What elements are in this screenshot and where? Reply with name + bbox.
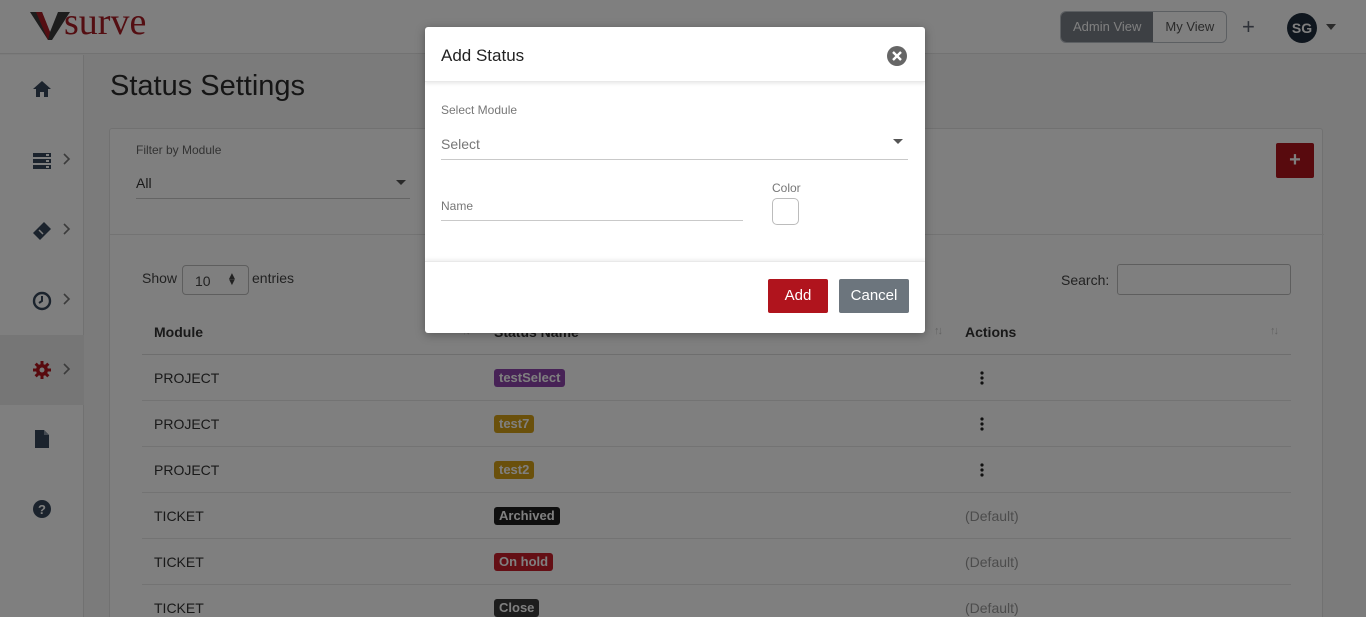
caret-down-icon xyxy=(893,139,903,144)
name-input[interactable]: Name xyxy=(441,193,743,221)
module-select[interactable]: Select xyxy=(441,130,908,160)
modal-title: Add Status xyxy=(441,46,525,65)
modal-footer: Add Cancel xyxy=(425,261,925,333)
cancel-button[interactable]: Cancel xyxy=(839,279,909,313)
select-module-label: Select Module xyxy=(441,103,518,117)
color-label: Color xyxy=(772,181,801,195)
color-picker[interactable] xyxy=(772,198,799,225)
close-icon[interactable] xyxy=(886,45,908,67)
add-status-modal: Add Status Select Module Select Name Col… xyxy=(425,27,925,333)
modal-header: Add Status xyxy=(425,27,925,82)
add-button[interactable]: Add xyxy=(768,279,828,313)
